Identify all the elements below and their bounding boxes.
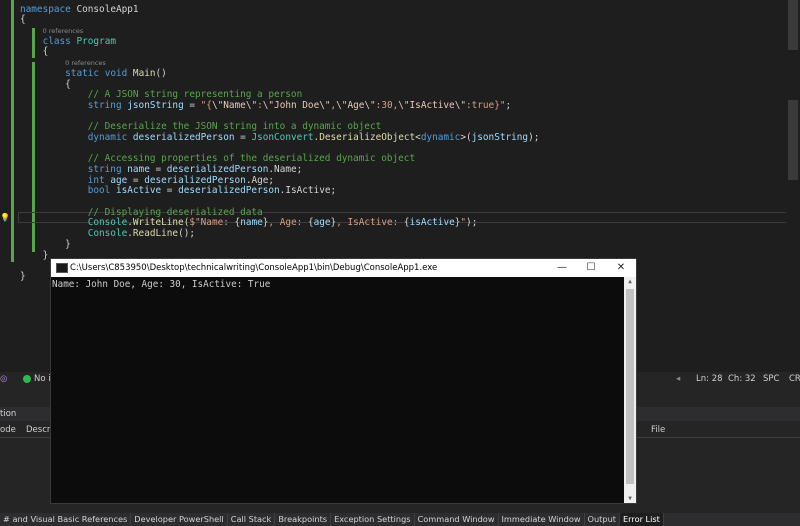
property: Name	[274, 164, 297, 176]
variable: isActive	[115, 185, 162, 197]
string-escape: \"IsActive\"	[398, 99, 466, 111]
property: Age	[251, 174, 269, 186]
scroll-up-icon[interactable]: ▲	[626, 278, 634, 285]
no-issues-icon	[23, 375, 31, 383]
keyword: class	[42, 35, 71, 47]
variable: deserializedPerson	[178, 185, 280, 197]
console-scrollbar[interactable]: ▲ ▼	[624, 277, 636, 503]
codelens-references[interactable]: 0 references	[65, 59, 106, 67]
tab-error-list[interactable]: Error List	[620, 513, 664, 526]
keyword: static	[65, 67, 100, 79]
editor-vertical-scrollbar[interactable]	[786, 0, 800, 372]
console-title-bar[interactable]: C:\Users\C853950\Desktop\technicalwritin…	[51, 259, 636, 277]
class-name: JsonConvert	[251, 131, 314, 143]
line-ending[interactable]: CRL	[789, 374, 800, 384]
intellicode-icon[interactable]: ◎	[0, 374, 7, 384]
variable: name	[240, 217, 263, 229]
keyword: bool	[87, 185, 111, 197]
keyword: string	[87, 164, 122, 176]
tab-references[interactable]: # and Visual Basic References	[0, 513, 132, 526]
string-escape: \"Age\"	[336, 99, 376, 111]
keyword: void	[104, 67, 128, 79]
console-scroll-thumb[interactable]	[626, 289, 634, 484]
tab-immediate-window[interactable]: Immediate Window	[499, 513, 585, 526]
variable: deserializedPerson	[132, 131, 235, 143]
variable: name	[127, 164, 150, 176]
console-app-icon	[56, 263, 68, 273]
class-name: Program	[76, 35, 116, 47]
tab-command-window[interactable]: Command Window	[415, 513, 499, 526]
string-literal: :true}"	[465, 99, 506, 111]
whitespace-mode[interactable]: SPC	[763, 374, 779, 384]
string-literal: , Age:	[268, 217, 308, 229]
string-literal: "{	[200, 99, 212, 111]
change-bar	[11, 0, 14, 262]
code-comment: // A JSON string representing a person	[87, 89, 303, 101]
string-escape: \"John Doe\"	[262, 99, 331, 111]
string-escape: \"Name\"	[211, 99, 258, 111]
console-window[interactable]: C:\Users\C853950\Desktop\technicalwritin…	[50, 258, 637, 504]
variable: deserializedPerson	[144, 174, 246, 186]
method-name: ReadLine	[132, 228, 179, 240]
panel-title: tion	[0, 409, 17, 419]
method-name: Main	[132, 67, 156, 79]
column-code[interactable]: ode	[0, 425, 16, 435]
column-number[interactable]: Ch: 32	[728, 374, 756, 384]
codelens-references[interactable]: 0 references	[43, 27, 84, 35]
keyword: dynamic	[87, 131, 128, 143]
scrollbar-thumb[interactable]	[788, 0, 798, 50]
string-literal: , IsActive:	[336, 217, 404, 229]
variable: deserializedPerson	[166, 164, 269, 176]
scroll-down-icon[interactable]: ▼	[626, 495, 634, 502]
keyword: namespace	[20, 3, 71, 15]
tab-breakpoints[interactable]: Breakpoints	[275, 513, 332, 526]
keyword: int	[87, 174, 105, 186]
close-button[interactable]: ✕	[607, 260, 635, 276]
keyword: string	[87, 99, 122, 111]
maximize-button[interactable]: ☐	[577, 260, 605, 276]
tab-developer-powershell[interactable]: Developer PowerShell	[131, 513, 228, 526]
string-literal: $"Name:	[189, 217, 235, 229]
line-number[interactable]: Ln: 28	[696, 374, 723, 384]
keyword: dynamic	[420, 131, 461, 143]
namespace-name: ConsoleApp1	[76, 3, 139, 15]
variable: jsonString	[127, 99, 184, 111]
scroll-left-icon[interactable]: ◂	[676, 374, 680, 384]
class-name: Console	[87, 228, 128, 240]
tool-window-tabs: # and Visual Basic References Developer P…	[0, 513, 800, 526]
tab-exception-settings[interactable]: Exception Settings	[331, 513, 415, 526]
method-name: DeserializeObject	[319, 131, 416, 143]
console-title: C:\Users\C853950\Desktop\technicalwritin…	[70, 263, 438, 273]
string-literal: "	[460, 217, 467, 229]
variable: isActive	[409, 217, 455, 229]
variable: jsonString	[471, 131, 529, 143]
code-comment: // Accessing properties of the deseriali…	[87, 153, 416, 165]
console-output[interactable]: Name: John Doe, Age: 30, IsActive: True	[51, 277, 625, 505]
scrollbar-marker	[788, 100, 798, 180]
lightbulb-icon[interactable]: 💡	[0, 213, 10, 222]
tab-output[interactable]: Output	[585, 513, 620, 526]
variable: age	[110, 174, 128, 186]
tab-call-stack[interactable]: Call Stack	[228, 513, 276, 526]
property: IsActive	[285, 185, 331, 197]
class-name: Console	[87, 217, 128, 229]
method-name: WriteLine	[132, 217, 184, 229]
minimize-button[interactable]: —	[548, 260, 576, 276]
variable: age	[313, 217, 331, 229]
column-file[interactable]: File	[651, 425, 665, 435]
string-literal: :30,	[375, 99, 399, 111]
code-comment: // Deserialize the JSON string into a dy…	[87, 121, 382, 133]
code-comment: // Displaying deserialized data	[87, 206, 263, 218]
